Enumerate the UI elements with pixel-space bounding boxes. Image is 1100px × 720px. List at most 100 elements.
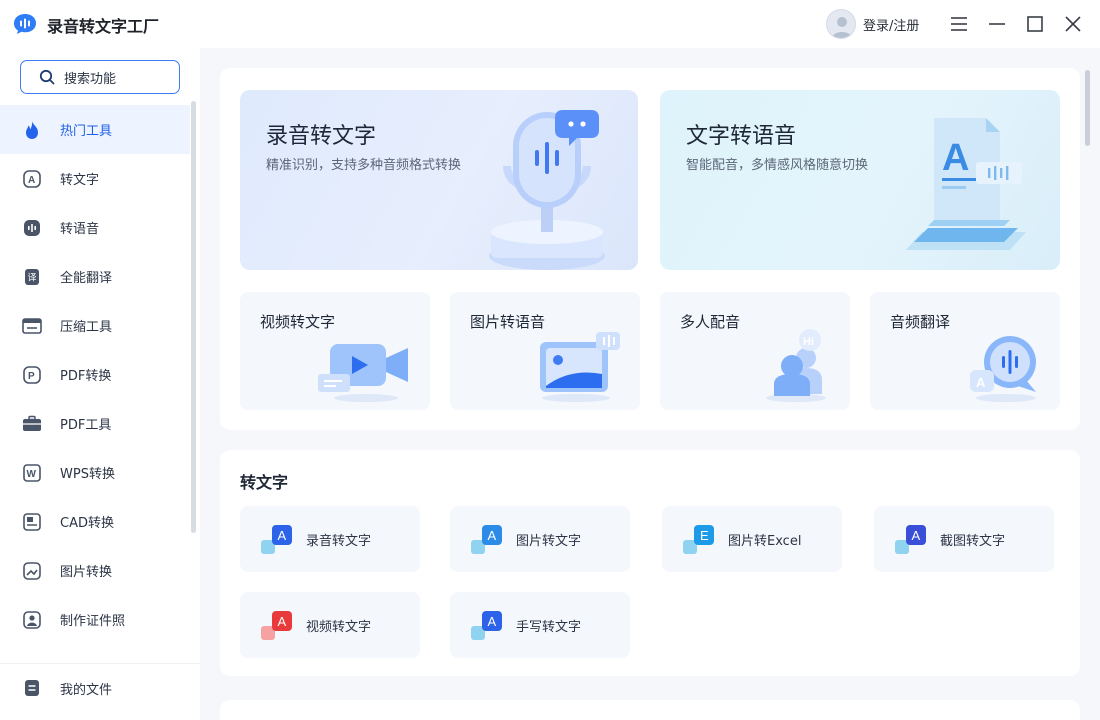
- tool-label: 截图转文字: [940, 533, 1006, 549]
- file-icon: [22, 678, 42, 698]
- sidebar: 搜索功能 热门工具 A 转文字 转语音 译 全能翻译 压缩工具 P PDF转换 …: [0, 48, 200, 720]
- handwriting-to-text-icon: A: [471, 611, 502, 640]
- to-text-section: 转文字 A 录音转文字 A 图片转文字 E 图片转Excel A 截图转文字 A…: [220, 450, 1080, 676]
- hero-subtitle: 智能配音，多情感风格随意切换: [686, 158, 869, 173]
- close-icon[interactable]: [1061, 12, 1085, 36]
- hero-card-text-to-voice[interactable]: 文字转语音 智能配音，多情感风格随意切换 A: [660, 90, 1060, 270]
- sidebar-item-label: 转文字: [60, 173, 100, 188]
- sidebar-item-label: 全能翻译: [60, 271, 113, 286]
- voice-convert-icon: [22, 218, 42, 238]
- sidebar-nav: 热门工具 A 转文字 转语音 译 全能翻译 压缩工具 P PDF转换 PDF工具…: [0, 105, 190, 644]
- svg-text:A: A: [278, 528, 287, 543]
- sidebar-item-pdf-convert[interactable]: P PDF转换: [0, 350, 190, 399]
- image-to-excel-icon: E: [683, 525, 714, 554]
- title-bar: 录音转文字工厂 登录/注册: [0, 0, 1100, 48]
- login-label: 登录/注册: [863, 18, 920, 34]
- sidebar-item-label: 图片转换: [60, 565, 113, 580]
- sidebar-item-pdf-tools[interactable]: PDF工具: [0, 399, 190, 448]
- search-icon: [39, 69, 55, 85]
- id-photo-icon: [22, 610, 42, 630]
- sidebar-item-compress[interactable]: 压缩工具: [0, 301, 190, 350]
- sidebar-item-label: 我的文件: [60, 682, 113, 698]
- hero-title: 文字转语音: [686, 124, 797, 149]
- wps-icon: W: [22, 463, 42, 483]
- section-title: 转文字: [240, 473, 289, 492]
- sidebar-item-label: PDF转换: [60, 369, 112, 384]
- microphone-icon: [489, 110, 605, 270]
- sidebar-item-label: PDF工具: [60, 418, 112, 433]
- user-icon: [832, 17, 852, 38]
- svg-text:Hi: Hi: [803, 336, 814, 348]
- svg-text:W: W: [27, 469, 37, 480]
- tool-image-to-text[interactable]: A 图片转文字: [450, 506, 630, 572]
- pdf-convert-icon: P: [22, 365, 42, 385]
- app-logo-icon: [14, 14, 36, 34]
- tool-handwriting-to-text[interactable]: A 手写转文字: [450, 592, 630, 658]
- maximize-icon[interactable]: [1023, 12, 1047, 36]
- fire-icon: [22, 120, 42, 140]
- sidebar-item-label: CAD转换: [60, 516, 114, 531]
- card-multi-voice[interactable]: 多人配音 Hi: [660, 292, 850, 410]
- tool-label: 手写转文字: [516, 619, 582, 635]
- card-audio-translate[interactable]: 音频翻译 A: [870, 292, 1060, 410]
- people-icon: Hi: [766, 329, 826, 402]
- video-camera-icon: [318, 344, 408, 402]
- svg-text:A: A: [488, 614, 497, 629]
- svg-text:A: A: [28, 175, 35, 186]
- hero-subtitle: 精准识别，支持多种音频格式转换: [266, 158, 462, 173]
- hot-tools-panel: 录音转文字 精准识别，支持多种音频格式转换 文字转语音 智能配音，多情感风格随意…: [220, 68, 1080, 430]
- sidebar-item-image-convert[interactable]: 图片转换: [0, 546, 190, 595]
- sidebar-item-my-files[interactable]: 我的文件: [0, 663, 200, 712]
- sidebar-item-hot-tools[interactable]: 热门工具: [0, 105, 190, 154]
- sidebar-item-to-text[interactable]: A 转文字: [0, 154, 190, 203]
- sidebar-scrollbar[interactable]: [191, 101, 196, 533]
- tool-image-to-excel[interactable]: E 图片转Excel: [662, 506, 842, 572]
- svg-text:A: A: [942, 137, 969, 179]
- svg-text:A: A: [278, 614, 287, 629]
- sidebar-item-label: WPS转换: [60, 467, 115, 482]
- tool-video-to-text[interactable]: A 视频转文字: [240, 592, 420, 658]
- hero-card-audio-to-text[interactable]: 录音转文字 精准识别，支持多种音频格式转换: [240, 90, 638, 270]
- next-section: [220, 700, 1080, 720]
- sidebar-item-label: 制作证件照: [60, 614, 126, 629]
- sidebar-item-cad[interactable]: CAD转换: [0, 497, 190, 546]
- cad-icon: [22, 512, 42, 532]
- search-label: 搜索功能: [64, 71, 117, 87]
- main-scrollbar[interactable]: [1085, 70, 1090, 146]
- image-to-text-icon: A: [471, 525, 502, 554]
- tool-label: 录音转文字: [306, 533, 372, 549]
- pdf-tools-icon: [22, 414, 42, 434]
- svg-text:A: A: [912, 528, 921, 543]
- sidebar-item-label: 转语音: [60, 222, 100, 237]
- sidebar-item-to-voice[interactable]: 转语音: [0, 203, 190, 252]
- tool-label: 视频转文字: [306, 619, 372, 635]
- svg-text:P: P: [28, 371, 35, 382]
- minimize-icon[interactable]: [985, 12, 1009, 36]
- app-title: 录音转文字工厂: [47, 17, 160, 36]
- image-convert-icon: [22, 561, 42, 581]
- menu-icon[interactable]: [947, 12, 971, 36]
- hero-title: 录音转文字: [266, 124, 377, 149]
- compress-icon: [22, 316, 42, 336]
- svg-text:译: 译: [28, 272, 37, 282]
- sidebar-item-translate[interactable]: 译 全能翻译: [0, 252, 190, 301]
- sidebar-item-wps[interactable]: W WPS转换: [0, 448, 190, 497]
- sidebar-item-id-photo[interactable]: 制作证件照: [0, 595, 190, 644]
- login-button[interactable]: 登录/注册: [826, 9, 919, 39]
- audio-to-text-icon: A: [261, 525, 292, 554]
- svg-text:A: A: [976, 375, 986, 390]
- document-speech-icon: A: [906, 118, 1026, 250]
- tool-label: 图片转Excel: [728, 533, 802, 549]
- translate-icon: 译: [22, 267, 42, 287]
- tool-screenshot-to-text[interactable]: A 截图转文字: [874, 506, 1054, 572]
- tool-audio-to-text[interactable]: A 录音转文字: [240, 506, 420, 572]
- card-video-to-text[interactable]: 视频转文字: [240, 292, 430, 410]
- avatar: [826, 9, 856, 39]
- image-icon: [540, 332, 620, 402]
- sidebar-item-label: 热门工具: [60, 124, 113, 139]
- search-button[interactable]: 搜索功能: [20, 60, 180, 94]
- text-convert-icon: A: [22, 169, 42, 189]
- card-image-to-voice[interactable]: 图片转语音: [450, 292, 640, 410]
- screenshot-to-text-icon: A: [895, 525, 926, 554]
- svg-text:E: E: [700, 528, 709, 543]
